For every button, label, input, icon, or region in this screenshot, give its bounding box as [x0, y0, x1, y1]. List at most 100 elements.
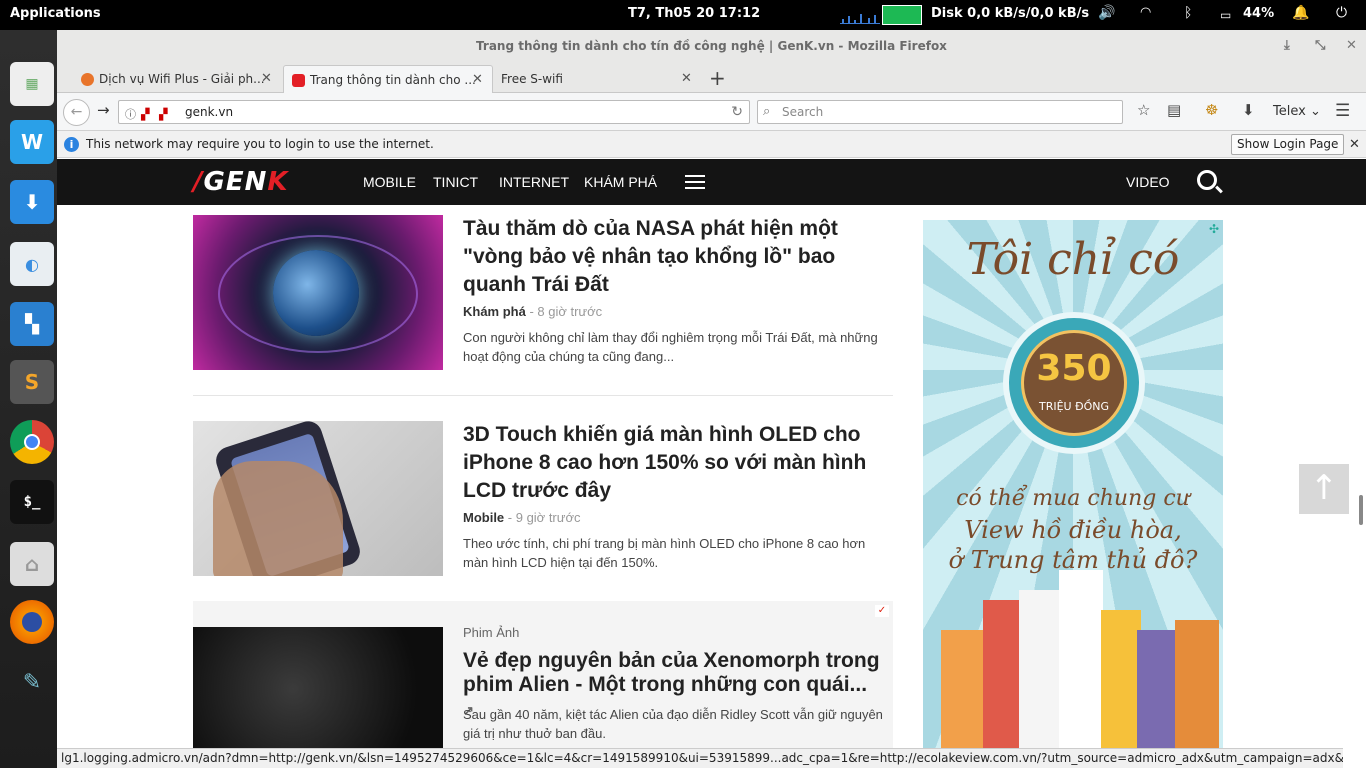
article-item[interactable]: 3D Touch khiến giá màn hình OLED cho iPh… [193, 421, 893, 581]
dock: ▦ W ⬇ ◐ ▚ S $_ ⌂ ✎ [0, 30, 57, 768]
window-title: Trang thông tin dành cho tín đồ công ngh… [476, 39, 947, 53]
input-method-label: Telex [1273, 104, 1306, 119]
clock[interactable]: T7, Th05 20 17:12 [628, 6, 760, 21]
tab-free-swifi[interactable]: Free S-wifi ✕ [477, 65, 703, 93]
input-method-selector[interactable]: Telex ⌄ [1273, 104, 1321, 119]
ad-line-1: có thể mua chung cư [956, 486, 1190, 511]
ad-badge: 350 TRIỆU ĐỒNG [1009, 318, 1139, 448]
minimize-icon[interactable]: ⤓ [1284, 30, 1290, 62]
tab-close-icon[interactable]: ✕ [681, 65, 692, 93]
workspace-switcher-icon[interactable]: ▚ [10, 302, 54, 346]
home-folder-icon[interactable]: ⌂ [10, 542, 54, 586]
mixed-content-icon[interactable]: ▞ [159, 104, 167, 126]
applications-menu[interactable]: Applications [10, 6, 101, 21]
status-bar: lg1.logging.admicro.vn/adn?dmn=http://ge… [57, 748, 1343, 768]
article-description: Theo ước tính, chi phí trang bị màn hình… [463, 536, 866, 570]
info-icon: i [64, 137, 79, 152]
reading-list-icon[interactable]: ▤ [1167, 101, 1181, 119]
bookmark-star-icon[interactable]: ☆ [1137, 101, 1150, 119]
notification-bell-icon[interactable]: 🔔 [1292, 5, 1309, 21]
new-tab-icon[interactable]: + [709, 66, 726, 90]
menu-mobile[interactable]: MOBILE [363, 174, 416, 190]
article-category[interactable]: Khám phá [463, 304, 526, 319]
site-menu-icon[interactable] [685, 175, 705, 189]
bluetooth-icon[interactable]: ᛒ [1184, 5, 1192, 21]
network-monitor [882, 5, 922, 25]
article-category[interactable]: Mobile [463, 510, 504, 525]
menu-video[interactable]: VIDEO [1126, 174, 1170, 190]
download-app-icon[interactable]: ⬇ [10, 180, 54, 224]
notification-close-icon[interactable]: ✕ [1349, 131, 1360, 158]
ad-amount: 350 [1036, 348, 1112, 389]
article-title[interactable]: 3D Touch khiến giá màn hình OLED cho iPh… [463, 421, 893, 505]
advertisement-banner[interactable]: ✣ Tôi chỉ có 350 TRIỆU ĐỒNG có thể mua c… [923, 220, 1223, 768]
volume-icon[interactable]: 🔊 [1098, 5, 1115, 21]
settings-toggle-icon[interactable]: ◐ [10, 242, 54, 286]
search-input[interactable]: ⌕ Search [757, 100, 1123, 124]
forward-button[interactable]: → [97, 101, 110, 119]
terminal-icon[interactable]: $_ [10, 480, 54, 524]
show-login-page-button[interactable]: Show Login Page [1231, 134, 1345, 155]
genk-logo[interactable]: /GENK [193, 167, 289, 197]
restore-icon[interactable]: ⤡ [1315, 30, 1325, 62]
adchoice-icon[interactable]: ✓ [875, 605, 889, 617]
color-picker-icon[interactable]: ✎ [10, 660, 54, 704]
ad-amount-unit: TRIỆU ĐỒNG [1038, 400, 1110, 413]
chrome-icon[interactable] [10, 420, 54, 464]
extension-icon[interactable]: ☸ [1205, 101, 1218, 119]
cpu-graph [840, 8, 880, 24]
article-description: Con người không chỉ làm thay đổi nghiêm … [463, 330, 878, 364]
tab-label: Trang thông tin dành cho ... [310, 73, 476, 87]
ad-building [1019, 590, 1059, 768]
article-meta: Mobile - 9 giờ trước [463, 510, 581, 525]
page-scrollbar-thumb[interactable] [1359, 495, 1363, 525]
menu-kham-pha[interactable]: KHÁM PHÁ [584, 174, 657, 190]
navigation-toolbar: ← → ⓘ ▞ ▞ genk.vn ↻ ⌕ Search ☆ ▤ ☸ ⬇ Tel… [57, 93, 1366, 131]
downloads-icon[interactable]: ⬇ [1242, 101, 1255, 119]
reload-icon[interactable]: ↻ [731, 101, 743, 123]
hamburger-menu-icon[interactable]: ☰ [1335, 101, 1350, 121]
article-thumbnail[interactable] [193, 627, 443, 768]
site-info-icon[interactable]: ⓘ [125, 104, 136, 126]
window-close-icon[interactable]: ✕ [1346, 30, 1357, 62]
tracking-blocked-icon[interactable]: ▞ [141, 104, 149, 126]
url-bar[interactable]: ⓘ ▞ ▞ genk.vn ↻ [118, 100, 750, 124]
menu-internet[interactable]: INTERNET [499, 174, 569, 190]
captive-portal-notification: i This network may require you to login … [57, 131, 1366, 158]
article-item[interactable]: Tàu thăm dò của NASA phát hiện một "vòng… [193, 215, 893, 375]
battery-icon[interactable]: ▭ [1220, 8, 1231, 22]
tab-strip: Dịch vụ Wifi Plus - Giải ph... ✕ Trang t… [57, 62, 1366, 93]
power-icon[interactable]: ⏻ [1336, 5, 1347, 21]
ad-building [1101, 610, 1141, 768]
tab-label: Dịch vụ Wifi Plus - Giải ph... [99, 72, 265, 86]
sponsored-article[interactable]: ✓ Phim Ảnh Vẻ đẹp nguyên bản của Xenomor… [193, 601, 893, 768]
article-thumbnail[interactable] [193, 215, 443, 370]
wifi-icon[interactable]: ◠ [1140, 5, 1151, 20]
ad-building [1059, 570, 1103, 768]
calendar-app-icon[interactable]: ▦ [10, 62, 54, 106]
tab-label: Free S-wifi [501, 72, 563, 86]
url-text: genk.vn [185, 105, 234, 119]
ad-line-2: View hồ điều hòa, [964, 516, 1182, 544]
menu-tinict[interactable]: TINICT [433, 174, 478, 190]
tab-wifi-plus[interactable]: Dịch vụ Wifi Plus - Giải ph... ✕ [73, 65, 279, 93]
web-page: /GENK MOBILE TINICT INTERNET KHÁM PHÁ VI… [57, 159, 1366, 768]
site-navbar: /GENK MOBILE TINICT INTERNET KHÁM PHÁ VI… [57, 159, 1366, 205]
firefox-icon[interactable] [10, 600, 54, 644]
search-icon: ⌕ [763, 104, 771, 119]
tab-favicon [81, 73, 94, 86]
article-title[interactable]: Tàu thăm dò của NASA phát hiện một "vòng… [463, 215, 893, 299]
wps-writer-icon[interactable]: W [10, 120, 54, 164]
sublime-text-icon[interactable]: S [10, 360, 54, 404]
tab-close-icon[interactable]: ✕ [261, 65, 272, 93]
back-button[interactable]: ← [63, 99, 90, 126]
site-search-icon[interactable] [1197, 170, 1217, 190]
notification-message: This network may require you to login to… [86, 137, 434, 151]
search-placeholder: Search [782, 105, 824, 119]
tab-genk[interactable]: Trang thông tin dành cho ... ✕ [283, 65, 493, 93]
battery-percent: 44% [1243, 6, 1275, 21]
tab-favicon [292, 74, 305, 87]
article-thumbnail[interactable] [193, 421, 443, 576]
scroll-to-top-button[interactable]: ↑ [1299, 464, 1349, 514]
ad-building [1175, 620, 1219, 768]
